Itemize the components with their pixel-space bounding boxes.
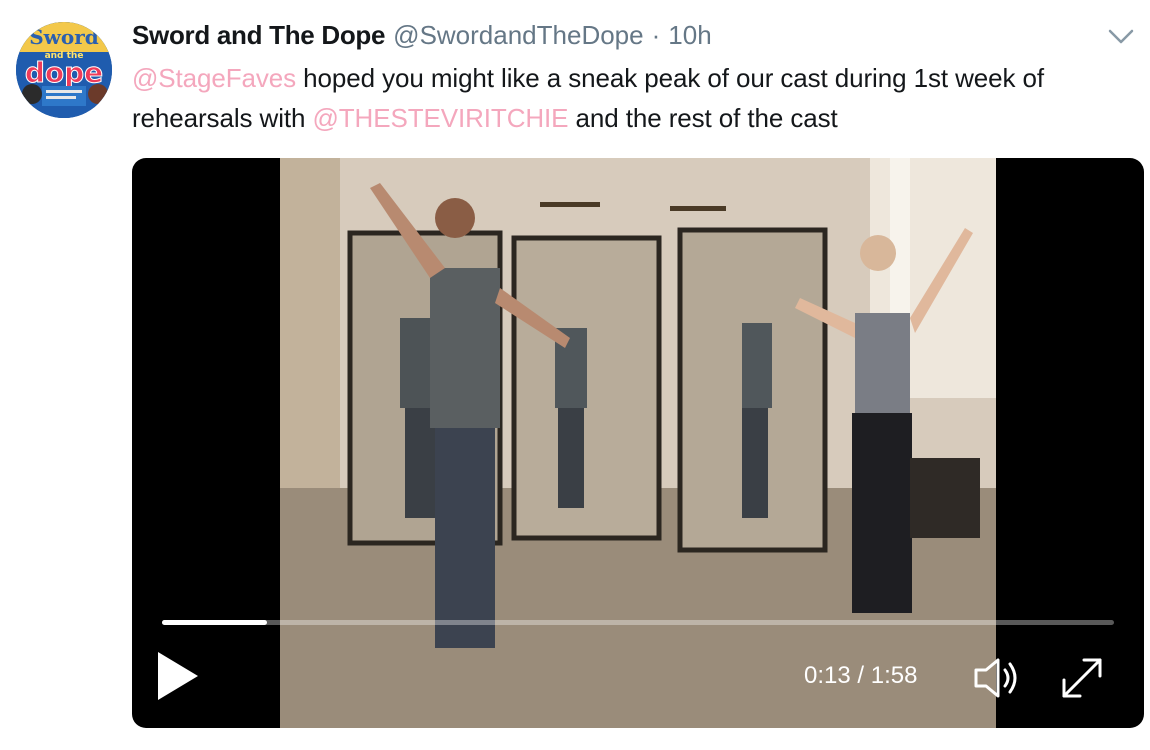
- chevron-down-icon[interactable]: [1106, 24, 1136, 48]
- play-icon: [158, 652, 198, 700]
- separator-dot: ·: [651, 20, 661, 50]
- mention-link[interactable]: @StageFaves: [132, 63, 296, 93]
- time-display: 0:13 / 1:58: [804, 662, 918, 689]
- avatar[interactable]: Sword and the dope: [16, 22, 112, 118]
- avatar-line3: dope: [25, 56, 103, 89]
- timestamp[interactable]: 10h: [668, 20, 711, 51]
- user-handle[interactable]: @SwordandTheDope: [393, 20, 643, 51]
- fullscreen-button[interactable]: [1058, 654, 1106, 702]
- video-frame: [280, 158, 996, 728]
- play-button[interactable]: [152, 648, 202, 704]
- tweet-header: Sword and The Dope @SwordandTheDope · 10…: [132, 20, 1080, 54]
- progress-fill: [162, 620, 267, 625]
- avatar-line1: Sword: [29, 25, 99, 49]
- volume-button[interactable]: [972, 656, 1022, 700]
- tweet-card: Sword and the dope Sword and The Dope @S…: [0, 0, 1150, 750]
- volume-icon: [974, 658, 1017, 698]
- video-player[interactable]: 0:13 / 1:58: [132, 158, 1144, 728]
- mention-link[interactable]: @THESTEVIRITCHIE: [312, 103, 568, 133]
- fullscreen-icon: [1062, 658, 1102, 698]
- progress-bar[interactable]: [162, 620, 1114, 625]
- tweet-text-part: and the rest of the cast: [568, 103, 838, 133]
- tweet-text: @StageFaves hoped you might like a sneak…: [132, 58, 1137, 138]
- display-name[interactable]: Sword and The Dope: [132, 20, 385, 51]
- avatar-logo-icon: Sword and the dope: [16, 22, 112, 118]
